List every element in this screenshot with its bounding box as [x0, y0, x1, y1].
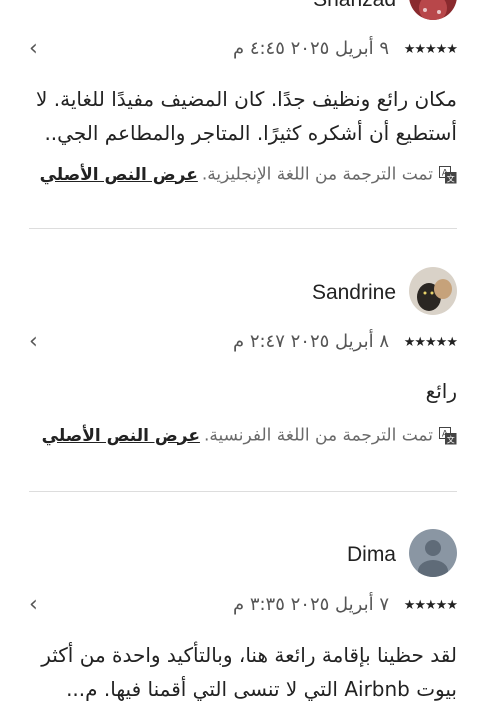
- translate-icon: A 文: [439, 426, 457, 445]
- svg-text:文: 文: [447, 173, 455, 183]
- review-item: Shahzad ★★★★★ ٩ أبريل ٢٠٢٥ ٤:٤٥ م ‹ مكان…: [0, 0, 486, 228]
- translation-note: تمت الترجمة من اللغة الإنجليزية.: [201, 164, 433, 185]
- translation-row: A 文 تمت الترجمة من اللغة الفرنسية.عرض ال…: [29, 425, 457, 451]
- reviewer-name: Dima: [346, 543, 396, 566]
- reviewer-name: Sandrine: [311, 281, 396, 304]
- review-meta: ★★★★★ ٧ أبريل ٢٠٢٥ ٣:٣٥ م ‹: [29, 592, 458, 618]
- avatar[interactable]: [409, 267, 457, 315]
- translate-icon: A 文: [439, 165, 457, 184]
- rating-stars: ★★★★★: [403, 598, 458, 613]
- translation-note: تمت الترجمة من اللغة الفرنسية.: [203, 425, 433, 446]
- review-item: Sandrine ★★★★★ ٨ أبريل ٢٠٢٥ ٢:٤٧ م ‹ رائ…: [0, 229, 486, 491]
- chevron-left-icon[interactable]: ‹: [29, 329, 38, 354]
- reviewer-name: Shahzad: [313, 0, 396, 12]
- review-text: لقد حظينا بإقامة رائعة هنا، وبالتأكيد وا…: [41, 643, 457, 701]
- review-text: رائع: [425, 379, 457, 403]
- avatar[interactable]: [409, 529, 457, 577]
- review-text: مكان رائع ونظيف جدًا. كان المضيف مفيدًا …: [36, 87, 457, 145]
- avatar[interactable]: [409, 0, 457, 20]
- rating-stars: ★★★★★: [403, 335, 458, 350]
- show-original-link[interactable]: عرض النص الأصلي: [42, 426, 200, 446]
- review-meta: ★★★★★ ٨ أبريل ٢٠٢٥ ٢:٤٧ م ‹: [29, 329, 458, 355]
- chevron-left-icon[interactable]: ‹: [29, 36, 38, 61]
- review-meta: ★★★★★ ٩ أبريل ٢٠٢٥ ٤:٤٥ م ‹: [29, 36, 458, 62]
- review-date: ٨ أبريل ٢٠٢٥ ٢:٤٧ م: [232, 331, 389, 352]
- translation-row: A 文 تمت الترجمة من اللغة الإنجليزية.عرض …: [29, 164, 457, 190]
- chevron-left-icon[interactable]: ‹: [29, 592, 38, 617]
- svg-text:文: 文: [447, 434, 455, 444]
- review-date: ٩ أبريل ٢٠٢٥ ٤:٤٥ م: [232, 38, 389, 59]
- review-date: ٧ أبريل ٢٠٢٥ ٣:٣٥ م: [232, 594, 389, 615]
- review-item: Dima ★★★★★ ٧ أبريل ٢٠٢٥ ٣:٣٥ م ‹ لقد حظي…: [0, 492, 486, 720]
- show-original-link[interactable]: عرض النص الأصلي: [40, 165, 198, 185]
- rating-stars: ★★★★★: [403, 42, 458, 57]
